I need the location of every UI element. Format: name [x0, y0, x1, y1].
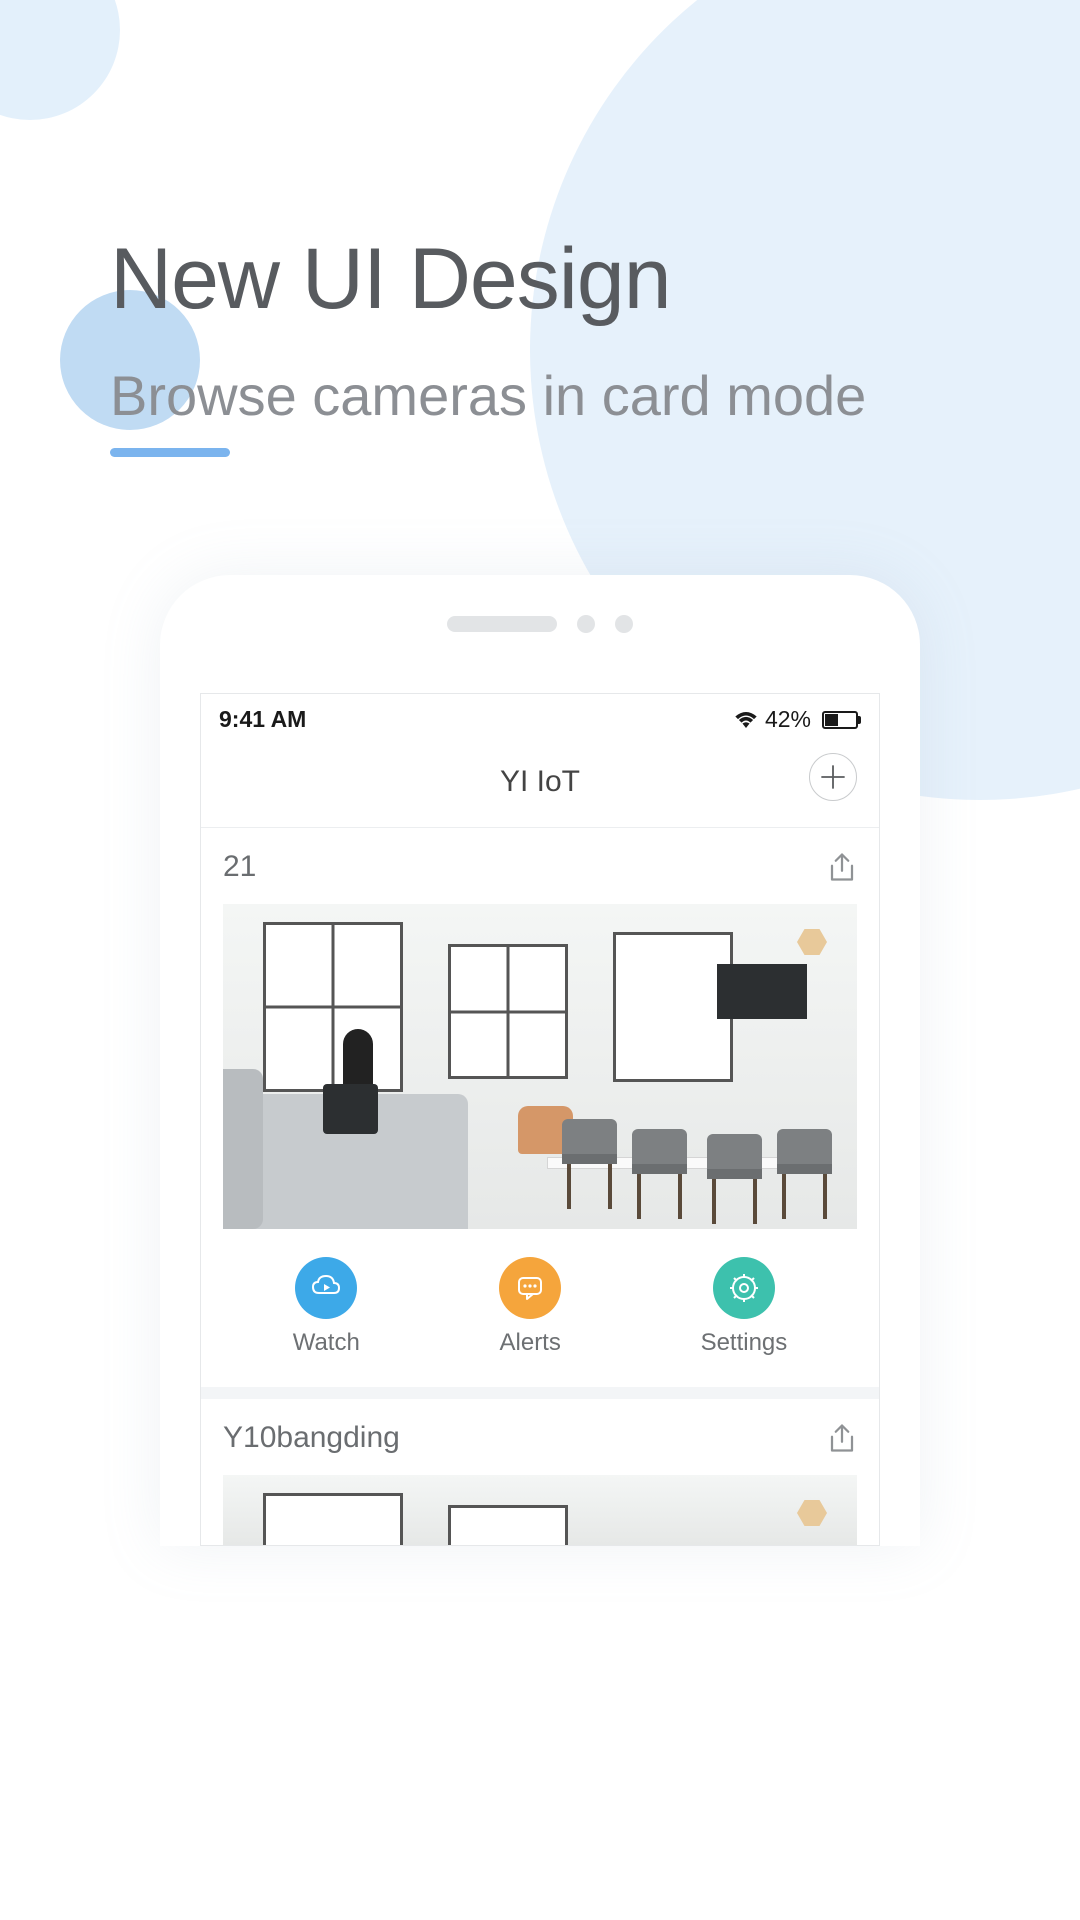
add-button[interactable] [809, 753, 857, 801]
hero-title: New UI Design [110, 230, 970, 329]
camera-preview[interactable] [223, 1475, 857, 1545]
plus-icon [820, 764, 846, 790]
settings-label: Settings [701, 1329, 788, 1357]
phone-mockup: 9:41 AM 42% YI IoT [160, 575, 920, 1546]
camera-preview[interactable] [223, 904, 857, 1229]
share-icon[interactable] [827, 1423, 857, 1453]
status-time: 9:41 AM [219, 706, 306, 733]
alerts-action[interactable]: Alerts [499, 1257, 561, 1357]
phone-speaker [447, 616, 557, 632]
share-icon[interactable] [827, 852, 857, 882]
hero-underline [110, 448, 230, 457]
title-bar: YI IoT [201, 743, 879, 828]
settings-action[interactable]: Settings [701, 1257, 788, 1357]
status-bar: 9:41 AM 42% [201, 694, 879, 743]
camera-card[interactable]: 21 [201, 828, 879, 1399]
alerts-label: Alerts [500, 1329, 561, 1357]
phone-screen: 9:41 AM 42% YI IoT [200, 693, 880, 1546]
camera-card[interactable]: Y10bangding [201, 1399, 879, 1545]
hero-section: New UI Design Browse cameras in card mod… [0, 0, 1080, 457]
camera-name: Y10bangding [223, 1421, 400, 1455]
cloud-play-icon [309, 1271, 343, 1305]
gear-icon [727, 1271, 761, 1305]
battery-icon [819, 711, 861, 729]
battery-percent: 42% [765, 706, 811, 733]
chat-icon [514, 1272, 546, 1304]
watch-action[interactable]: Watch [293, 1257, 360, 1357]
phone-sensor-dot [577, 615, 595, 633]
wifi-icon [735, 712, 757, 728]
app-title: YI IoT [500, 765, 580, 798]
camera-name: 21 [223, 850, 256, 884]
watch-label: Watch [293, 1329, 360, 1357]
phone-sensor-dot [615, 615, 633, 633]
phone-speaker-row [160, 615, 920, 633]
hero-subtitle: Browse cameras in card mode [110, 364, 970, 428]
